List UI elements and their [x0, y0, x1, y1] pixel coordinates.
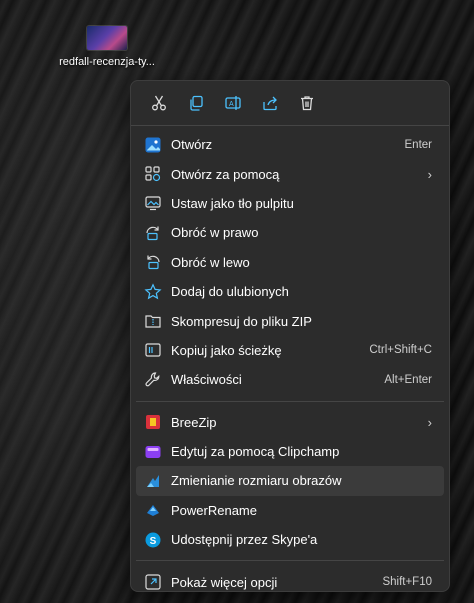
powerrename-icon — [147, 505, 159, 517]
menu-item-breezip[interactable]: BreeZip › — [136, 408, 444, 437]
star-icon — [144, 282, 162, 300]
menu-item-label: Obróć w prawo — [171, 225, 259, 241]
menu-item-properties[interactable]: Właściwości Alt+Enter — [136, 365, 444, 394]
image-resizer-icon — [147, 474, 159, 487]
menu-item-label: Dodaj do ulubionych — [171, 284, 289, 300]
more-options-icon — [145, 574, 161, 590]
desktop-file-icon[interactable]: redfall-recenzja-ty... — [55, 26, 159, 68]
context-menu: A Otwórz Enter Otwórz za pomocą › Ustaw … — [130, 80, 450, 592]
clipchamp-icon — [145, 445, 161, 458]
menu-item-add-favorites[interactable]: Dodaj do ulubionych — [136, 277, 444, 306]
shortcut-label: Shift+F10 — [382, 576, 432, 589]
menu-item-label: Edytuj za pomocą Clipchamp — [171, 444, 340, 460]
desktop-file-label: redfall-recenzja-ty... — [59, 56, 155, 68]
rename-icon: A — [224, 96, 241, 110]
image-thumbnail — [87, 26, 127, 50]
wallpaper-icon — [145, 196, 161, 211]
share-button[interactable] — [251, 87, 288, 119]
menu-item-label: Udostępnij przez Skype'a — [171, 532, 318, 548]
zip-folder-icon — [145, 315, 161, 328]
delete-icon — [300, 96, 313, 111]
menu-item-skype-share[interactable]: S Udostępnij przez Skype'a — [136, 525, 444, 554]
menu-item-label: BreeZip — [171, 414, 217, 430]
menu-item-label: Kopiuj jako ścieżkę — [171, 342, 282, 358]
menu-item-copy-path[interactable]: Kopiuj jako ścieżkę Ctrl+Shift+C — [136, 336, 444, 365]
menu-item-open[interactable]: Otwórz Enter — [136, 130, 444, 159]
menu-item-clipchamp[interactable]: Edytuj za pomocą Clipchamp — [136, 437, 444, 466]
rotate-right-icon — [146, 226, 159, 240]
menu-item-compress-zip[interactable]: Skompresuj do pliku ZIP — [136, 306, 444, 335]
svg-text:S: S — [150, 536, 157, 547]
menu-item-open-with[interactable]: Otwórz za pomocą › — [136, 159, 444, 188]
delete-button[interactable] — [288, 87, 325, 119]
copy-icon — [189, 95, 203, 111]
menu-item-rotate-right[interactable]: Obróć w prawo — [136, 218, 444, 247]
menu-item-label: Obróć w lewo — [171, 254, 250, 270]
cut-button[interactable] — [140, 87, 177, 119]
chevron-right-icon: › — [427, 166, 432, 182]
cut-icon — [151, 95, 166, 111]
shortcut-label: Alt+Enter — [384, 373, 432, 386]
breezip-icon — [146, 415, 160, 430]
copy-button[interactable] — [177, 87, 214, 119]
rename-button[interactable]: A — [214, 87, 251, 119]
menu-item-label: Właściwości — [171, 372, 242, 388]
chevron-right-icon: › — [427, 414, 432, 430]
menu-item-label: Pokaż więcej opcji — [171, 574, 278, 590]
shortcut-label: Ctrl+Shift+C — [369, 344, 432, 357]
menu-item-rotate-left[interactable]: Obróć w lewo — [136, 248, 444, 277]
rotate-left-icon — [147, 255, 160, 270]
open-with-icon — [145, 166, 161, 182]
separator — [136, 560, 444, 562]
menu-item-set-wallpaper[interactable]: Ustaw jako tło pulpitu — [136, 189, 444, 218]
share-icon — [262, 96, 277, 111]
photos-app-icon — [145, 137, 161, 153]
menu-item-label: Zmienianie rozmiaru obrazów — [171, 473, 342, 489]
wrench-icon — [145, 372, 160, 387]
svg-text:A: A — [229, 101, 234, 108]
copy-path-icon — [145, 343, 161, 358]
menu-item-resize-images[interactable]: Zmienianie rozmiaru obrazów — [136, 466, 444, 496]
quick-actions-bar: A — [131, 81, 449, 125]
menu-item-label: Skompresuj do pliku ZIP — [171, 313, 312, 329]
separator — [136, 400, 444, 402]
menu-item-more-options[interactable]: Pokaż więcej opcji Shift+F10 — [136, 567, 444, 591]
menu-item-label: Otwórz za pomocą — [171, 166, 280, 182]
shortcut-label: Enter — [404, 138, 433, 151]
skype-icon: S — [145, 532, 161, 548]
menu-item-label: Otwórz — [171, 137, 213, 153]
menu-item-label: PowerRename — [171, 502, 257, 518]
menu-item-powerrename[interactable]: PowerRename — [136, 496, 444, 525]
menu-item-label: Ustaw jako tło pulpitu — [171, 195, 294, 211]
